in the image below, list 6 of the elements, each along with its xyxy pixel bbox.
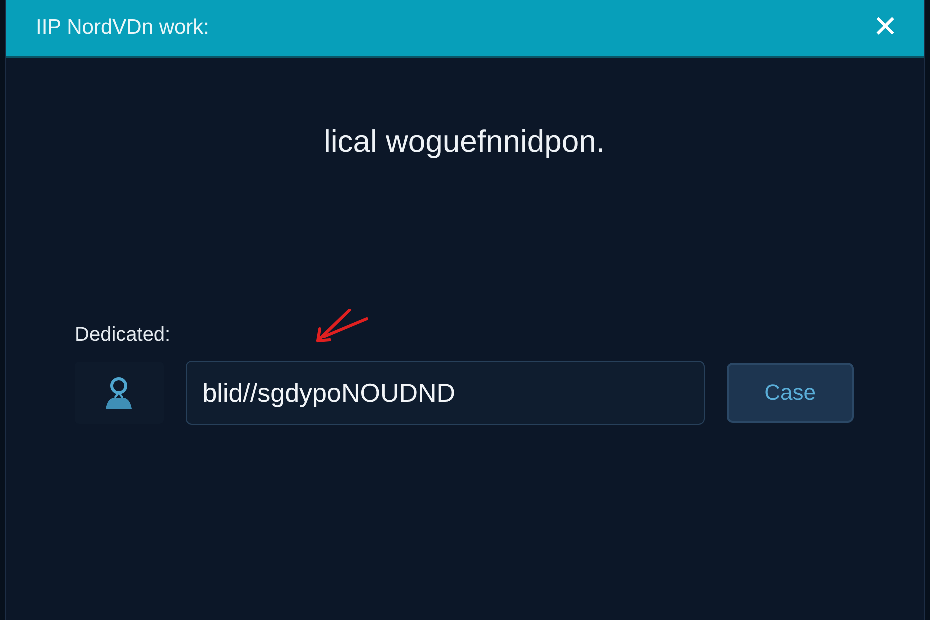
input-field[interactable]: blid//sgdypoNOUDND — [186, 361, 705, 425]
window-title: IIP NordVDn work: — [36, 16, 210, 40]
field-label: Dedicated: — [75, 324, 171, 347]
close-button[interactable]: ✕ — [869, 13, 902, 43]
case-button[interactable]: Case — [726, 363, 854, 423]
message-text: lical woguefnnidpon. — [323, 124, 606, 160]
